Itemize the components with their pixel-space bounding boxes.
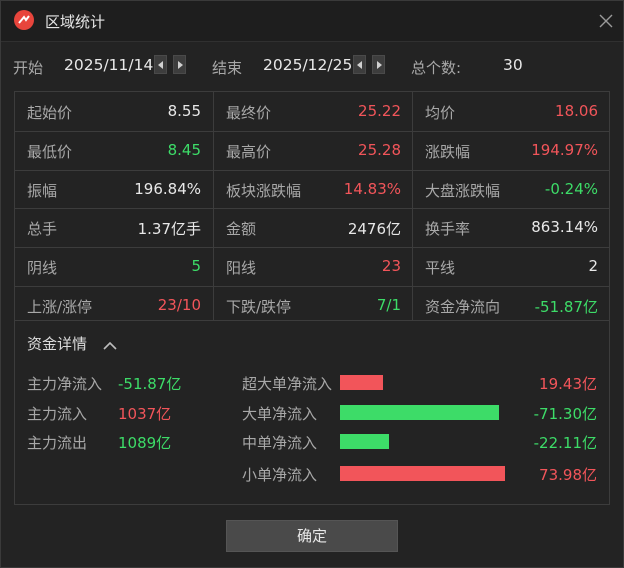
stat-cell: 资金净流向 -51.87亿: [413, 286, 610, 325]
stat-value: 23/10: [157, 296, 201, 314]
stat-label: 换手率: [425, 220, 471, 239]
stat-cell: 阳线 23: [214, 247, 413, 286]
fund-details-title: 资金详情: [27, 335, 88, 353]
stat-value: -0.24%: [544, 179, 598, 198]
stat-cell: 阴线 5: [15, 247, 213, 286]
fund-left-label: 主力流出: [27, 434, 88, 452]
date-range-bar: 开始 2025/11/14 结束 2025/12/25 总个数: 30: [1, 49, 623, 83]
chevron-up-icon[interactable]: [103, 335, 117, 354]
fund-right-label: 大单净流入: [242, 405, 318, 423]
stat-cell: 起始价 8.55: [15, 92, 213, 131]
fund-left-value: -51.87亿: [118, 375, 182, 393]
stat-value: 194.97%: [531, 140, 598, 159]
title-bar: 区域统计: [1, 1, 623, 42]
confirm-button[interactable]: 确定: [226, 520, 398, 552]
stat-value: 1.37亿手: [137, 220, 201, 239]
end-date[interactable]: 2025/12/25: [263, 56, 352, 74]
stat-value: -51.87亿: [534, 298, 598, 316]
window-title: 区域统计: [45, 13, 106, 31]
stat-value: 5: [191, 257, 201, 276]
stat-cell: 最高价 25.28: [214, 131, 413, 170]
stat-cell: 平线 2: [413, 247, 610, 286]
end-label: 结束: [212, 59, 243, 77]
stat-value: 25.22: [358, 102, 401, 120]
fund-right-value: 19.43亿: [539, 375, 597, 393]
fund-details-panel: 资金详情 主力净流入 -51.87亿主力流入 1037亿主力流出 1089亿 超大单净流…: [14, 321, 610, 505]
start-label: 开始: [13, 59, 44, 77]
end-prev-arrow-icon[interactable]: [353, 55, 366, 74]
stat-label: 均价: [425, 104, 456, 122]
stat-label: 板块涨跌幅: [226, 181, 302, 200]
stat-label: 金额: [226, 220, 257, 239]
stat-value: 14.83%: [343, 179, 401, 198]
stat-cell: 板块涨跌幅 14.83%: [214, 170, 413, 209]
stat-label: 总手: [27, 220, 58, 239]
stat-label: 大盘涨跌幅: [425, 181, 501, 200]
stat-value: 25.28: [358, 140, 401, 159]
fund-left-label: 主力净流入: [27, 375, 103, 393]
stat-label: 阴线: [27, 259, 58, 278]
stat-cell: 均价 18.06: [413, 92, 610, 131]
end-next-arrow-icon[interactable]: [372, 55, 385, 74]
fund-flow-bar: [340, 434, 389, 449]
stat-cell: 涨跌幅 194.97%: [413, 131, 610, 170]
region-stats-window: 区域统计 开始 2025/11/14 结束 2025/12/25 总个数: 30…: [0, 0, 624, 568]
fund-left-value: 1089亿: [118, 434, 172, 452]
stats-grid: 起始价 8.55 最终价 25.22 均价 18.06 最低价 8.45 最高价 25.28 涨跌幅…: [14, 91, 610, 321]
fund-right-value: 73.98亿: [539, 466, 597, 484]
fund-right-label: 超大单净流入: [242, 375, 333, 393]
count-label: 总个数:: [411, 59, 462, 77]
stat-value: 8.45: [167, 140, 201, 159]
stat-value: 8.55: [167, 102, 201, 120]
stat-label: 振幅: [27, 181, 58, 200]
stat-cell: 最终价 25.22: [214, 92, 413, 131]
stat-label: 最终价: [226, 104, 272, 122]
stat-label: 涨跌幅: [425, 142, 471, 161]
stat-value: 18.06: [555, 102, 598, 120]
count-value: 30: [503, 56, 523, 74]
stat-label: 阳线: [226, 259, 257, 278]
stat-cell: 换手率 863.14%: [413, 208, 610, 247]
fund-flow-bar: [340, 405, 499, 420]
close-icon[interactable]: [597, 12, 615, 30]
fund-right-value: -71.30亿: [533, 405, 597, 423]
fund-right-value: -22.11亿: [533, 434, 597, 452]
stat-value: 196.84%: [134, 179, 201, 198]
fund-left-value: 1037亿: [118, 405, 172, 423]
fund-right-label: 小单净流入: [242, 466, 318, 484]
stat-label: 平线: [425, 259, 456, 278]
stat-label: 最低价: [27, 142, 73, 161]
stat-value: 2: [588, 257, 598, 276]
stat-value: 2476亿: [347, 220, 401, 239]
app-logo-icon: [14, 10, 34, 30]
stat-value: 7/1: [376, 296, 401, 314]
stat-cell: 振幅 196.84%: [15, 170, 213, 209]
stat-cell: 最低价 8.45: [15, 131, 213, 170]
fund-left-label: 主力流入: [27, 405, 88, 423]
stat-cell: 下跌/跌停 7/1: [214, 286, 413, 325]
fund-right-label: 中单净流入: [242, 434, 318, 452]
stat-label: 下跌/跌停: [226, 298, 292, 316]
start-date[interactable]: 2025/11/14: [64, 56, 153, 74]
start-prev-arrow-icon[interactable]: [154, 55, 167, 74]
stat-label: 最高价: [226, 142, 272, 161]
stat-label: 资金净流向: [425, 298, 501, 316]
stat-cell: 总手 1.37亿手: [15, 208, 213, 247]
fund-flow-bar: [340, 375, 383, 390]
stat-value: 23: [381, 257, 401, 276]
stat-cell: 金额 2476亿: [214, 208, 413, 247]
start-next-arrow-icon[interactable]: [173, 55, 186, 74]
fund-flow-bar: [340, 466, 505, 481]
stat-label: 上涨/涨停: [27, 298, 93, 316]
stat-label: 起始价: [27, 104, 73, 122]
stat-cell: 大盘涨跌幅 -0.24%: [413, 170, 610, 209]
stat-value: 863.14%: [531, 218, 598, 237]
stat-cell: 上涨/涨停 23/10: [15, 286, 213, 325]
